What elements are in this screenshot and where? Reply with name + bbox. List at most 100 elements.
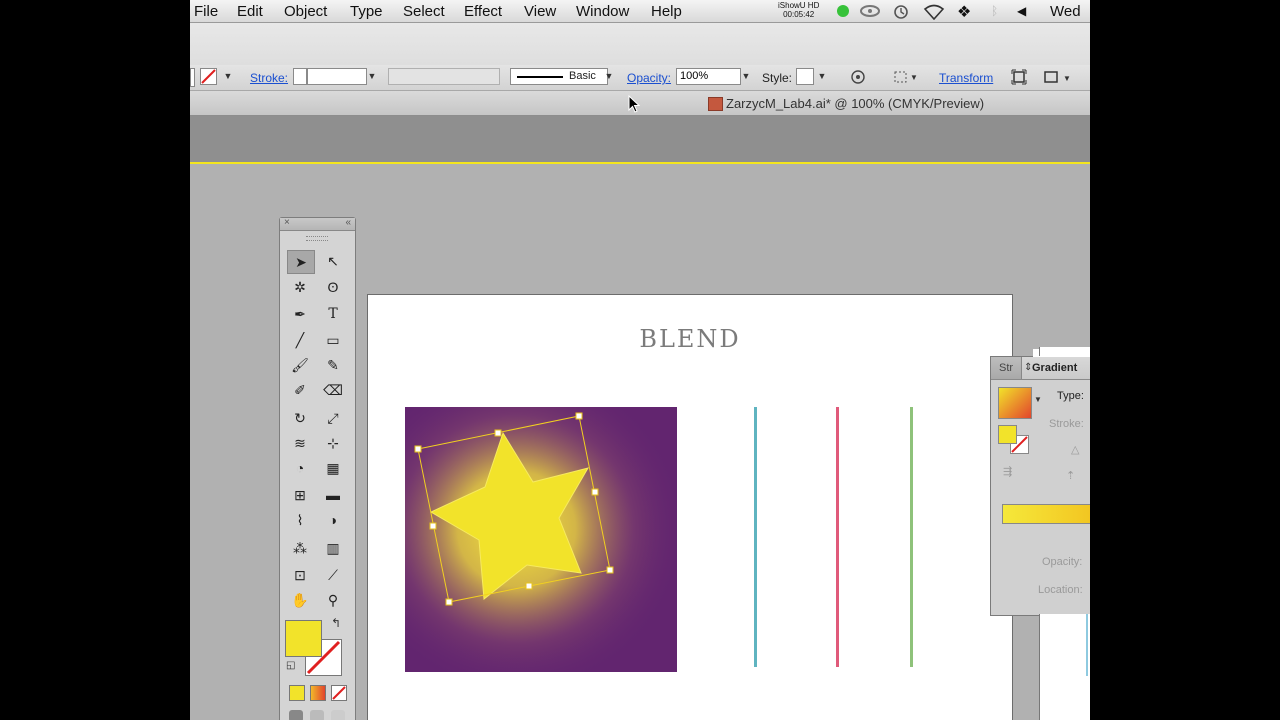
collapse-icon[interactable]: «: [345, 217, 351, 228]
opacity-dropdown-icon[interactable]: ▼: [740, 68, 752, 85]
menu-help[interactable]: Help: [651, 3, 682, 20]
shape-builder-tool-icon[interactable]: ◔: [287, 457, 313, 479]
magic-wand-tool-icon[interactable]: ✲: [287, 276, 313, 298]
stroke-weight-field[interactable]: [307, 68, 367, 85]
fill-color-box[interactable]: [190, 68, 195, 87]
teal-line[interactable]: [754, 407, 757, 667]
stroke-stepper[interactable]: [293, 68, 307, 85]
type-tool-icon[interactable]: T: [320, 303, 346, 325]
eyedropper-tool-icon[interactable]: ⌇: [287, 509, 313, 531]
menu-file[interactable]: File: [194, 3, 218, 20]
second-artboard-edge: [1039, 614, 1090, 720]
perspective-grid-tool-icon[interactable]: ▦: [320, 457, 346, 479]
line-tool-icon[interactable]: ╱: [287, 329, 313, 351]
rectangle-tool-icon[interactable]: ▭: [320, 329, 346, 351]
zoom-tool-icon[interactable]: ⚲: [320, 589, 346, 611]
dropbox-icon[interactable]: ❖: [957, 2, 971, 22]
align-options-icon[interactable]: ▼: [893, 69, 918, 88]
brush-definition[interactable]: Basic: [510, 68, 608, 85]
color-mode-icon[interactable]: [289, 685, 305, 701]
stroke-link[interactable]: Stroke:: [250, 71, 288, 85]
rotate-tool-icon[interactable]: ↻: [287, 407, 313, 429]
app-bar: [190, 23, 1090, 65]
draw-normal-icon[interactable]: [289, 710, 303, 720]
mesh-tool-icon[interactable]: ⊞: [287, 484, 313, 506]
eraser-tool-icon[interactable]: ⌫: [320, 379, 346, 401]
recolor-artwork-icon[interactable]: [850, 69, 866, 88]
tab-gradient-bg[interactable]: ⇕ Gradient: [1021, 357, 1090, 379]
stroke-weight-dropdown-icon[interactable]: ▼: [366, 68, 378, 85]
document-tab-title[interactable]: ZarzycM_Lab4.ai* @ 100% (CMYK/Preview): [726, 96, 984, 111]
tab-gradient[interactable]: Gradient: [1032, 362, 1077, 374]
blob-brush-tool-icon[interactable]: ✐: [287, 379, 313, 401]
paintbrush-tool-icon[interactable]: 🖌: [287, 354, 313, 376]
gradient-thumbnail-dropdown-icon[interactable]: ▼: [1034, 395, 1042, 404]
grip-icon[interactable]: [306, 236, 328, 241]
swap-fill-stroke-icon[interactable]: ↰: [331, 616, 341, 630]
gradient-fill-box[interactable]: [998, 425, 1017, 444]
gradient-mode-icon[interactable]: [310, 685, 326, 701]
blend-tool-icon[interactable]: ◑: [320, 509, 346, 531]
hand-tool-icon[interactable]: ✋: [287, 589, 313, 611]
pink-line[interactable]: [836, 407, 839, 667]
slice-tool-icon[interactable]: ⟋: [320, 564, 346, 586]
screen: File Edit Object Type Select Effect View…: [190, 0, 1090, 720]
width-tool-icon[interactable]: ≋: [287, 432, 313, 454]
gradient-tool-icon[interactable]: ▬: [320, 484, 346, 506]
wifi-icon[interactable]: [923, 4, 945, 23]
menu-window[interactable]: Window: [576, 3, 629, 20]
symbol-sprayer-tool-icon[interactable]: ⁂: [287, 537, 313, 559]
transform-link[interactable]: Transform: [939, 71, 993, 85]
free-transform-tool-icon[interactable]: ⊹: [320, 432, 346, 454]
green-line[interactable]: [910, 407, 913, 667]
purple-blend-square[interactable]: [405, 407, 677, 672]
artboard[interactable]: BLEND: [367, 294, 1013, 720]
column-graph-tool-icon[interactable]: ▥: [320, 537, 346, 559]
selection-tool-icon[interactable]: ➤: [287, 250, 315, 274]
gradient-thumbnail[interactable]: [998, 387, 1032, 419]
scale-tool-icon[interactable]: ⤢: [320, 407, 346, 429]
menu-select[interactable]: Select: [403, 3, 445, 20]
bluetooth-icon[interactable]: ᛒ: [991, 4, 998, 18]
arrange-documents-icon[interactable]: ▼: [1043, 69, 1073, 88]
recorder-time: 00:05:42: [783, 10, 815, 19]
creative-cloud-icon[interactable]: [860, 4, 880, 21]
close-icon[interactable]: ×: [284, 217, 290, 228]
default-colors-icon[interactable]: ◱: [286, 660, 295, 671]
menu-view[interactable]: View: [524, 3, 556, 20]
style-dropdown-icon[interactable]: ▼: [816, 68, 828, 85]
angle-icon: △: [1071, 444, 1080, 456]
location-label: Location:: [1038, 584, 1083, 596]
stroke-color-dropdown-icon[interactable]: ▼: [222, 68, 234, 85]
record-indicator-icon[interactable]: [837, 5, 849, 17]
direct-selection-tool-icon[interactable]: ↖: [320, 250, 346, 272]
menu-effect[interactable]: Effect: [464, 3, 502, 20]
tools-titlebar[interactable]: × «: [280, 217, 355, 231]
gradient-slider[interactable]: [1002, 504, 1090, 524]
time-machine-icon[interactable]: [893, 4, 909, 23]
menu-bar: File Edit Object Type Select Effect View…: [190, 0, 1090, 37]
none-mode-icon[interactable]: [331, 685, 347, 701]
pen-tool-icon[interactable]: ✒: [287, 303, 313, 325]
graphic-style-swatch[interactable]: [796, 68, 814, 85]
pencil-tool-icon[interactable]: ✎: [320, 354, 346, 376]
menu-edit[interactable]: Edit: [237, 3, 263, 20]
isolate-selected-icon[interactable]: [1011, 69, 1027, 88]
blue-line: [1086, 614, 1088, 676]
opacity-field[interactable]: 100%: [676, 68, 741, 85]
volume-icon[interactable]: ◀: [1017, 4, 1026, 18]
brush-dropdown-icon[interactable]: ▼: [603, 68, 615, 85]
variable-width-profile[interactable]: [388, 68, 500, 85]
style-label: Style:: [762, 71, 793, 85]
menu-object[interactable]: Object: [284, 3, 327, 20]
draw-inside-icon[interactable]: [331, 710, 345, 720]
menu-type[interactable]: Type: [350, 3, 383, 20]
recorder-name: iShowU HD: [778, 1, 820, 10]
opacity-link[interactable]: Opacity:: [627, 71, 671, 85]
fill-color-swatch[interactable]: [285, 620, 322, 657]
tab-stroke[interactable]: Str: [999, 362, 1013, 374]
draw-behind-icon[interactable]: [310, 710, 324, 720]
artboard-tool-icon[interactable]: ⊡: [287, 564, 313, 586]
stroke-color-box[interactable]: [200, 68, 217, 85]
lasso-tool-icon[interactable]: ʘ: [320, 276, 346, 298]
